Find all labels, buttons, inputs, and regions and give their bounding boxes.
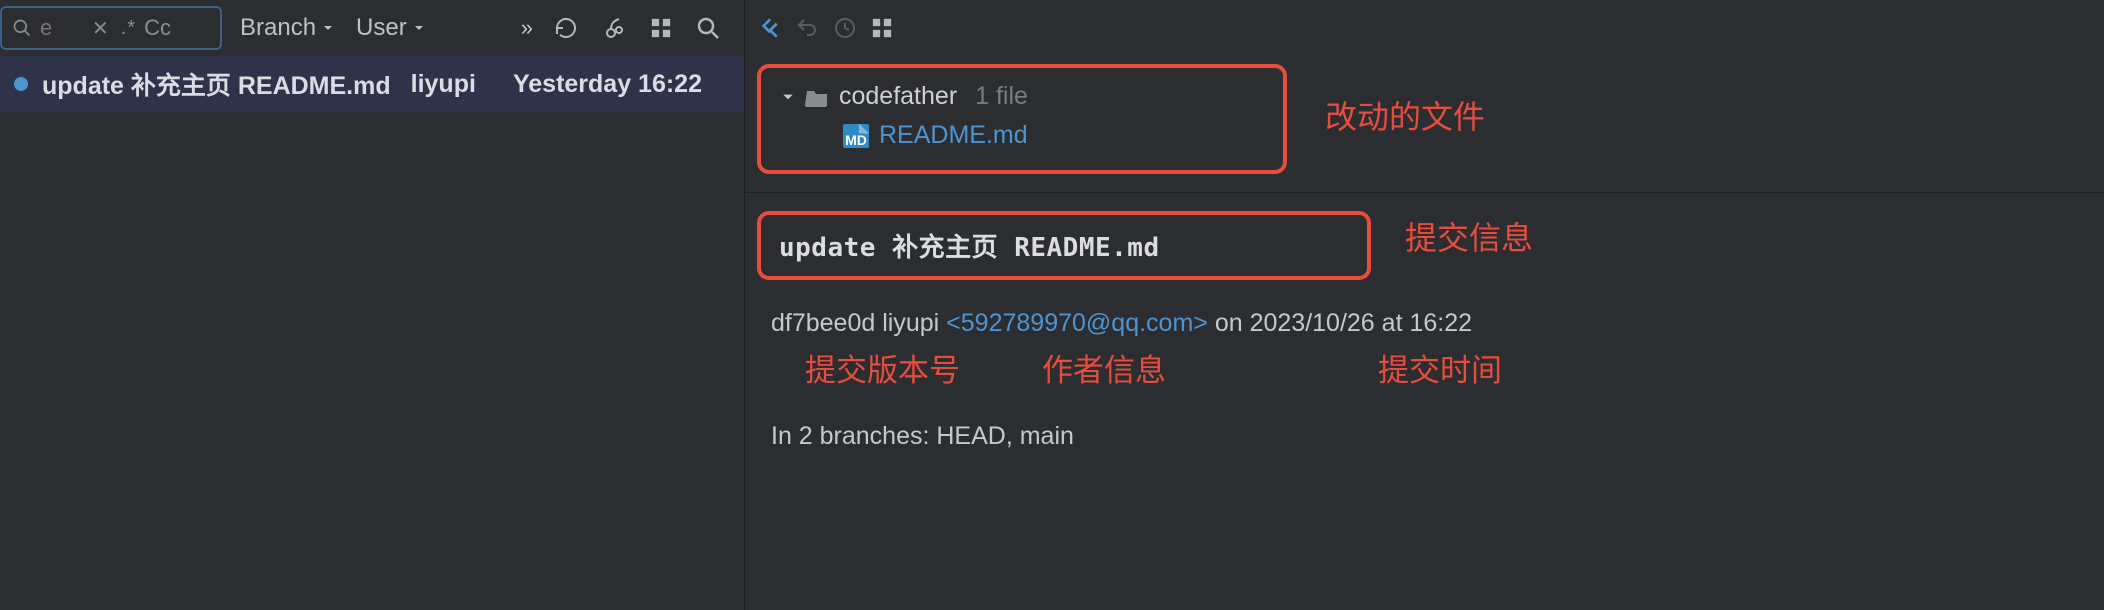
folder-row[interactable]: codefather 1 file [781,82,1263,111]
commit-on-label: on [1215,309,1243,337]
cherry-pick-icon[interactable] [602,16,626,40]
commit-metadata: df7bee0d liyupi <592789970@qq.com> on 20… [745,280,2104,458]
log-toolbar-actions: » [521,15,736,41]
close-icon[interactable]: ✕ [88,16,113,41]
commit-timestamp: 2023/10/26 at 16:22 [1250,309,1472,337]
commit-author: liyupi [411,70,476,99]
search-input[interactable] [40,15,80,41]
expand-icon[interactable]: » [521,15,530,41]
commit-detail-panel: codefather 1 file MD README.md 改动的文件 upd… [745,0,2104,610]
file-name: README.md [879,121,1028,150]
history-icon[interactable] [833,16,857,40]
annotation-author: 作者信息 [1042,345,1166,398]
log-search[interactable]: ✕ .* Cc [0,6,222,50]
user-filter[interactable]: User [352,8,429,48]
collapse-icon[interactable] [755,15,781,41]
changed-files-tree: codefather 1 file MD README.md [757,64,1287,174]
chevron-down-icon[interactable] [781,90,795,104]
refresh-icon[interactable] [554,16,578,40]
annotation-changed-files: 改动的文件 [1325,92,1485,138]
git-log-panel: ✕ .* Cc Branch User » [0,0,745,610]
commit-message: update 补充主页 README.md [42,66,391,102]
match-case-icon[interactable]: Cc [144,15,171,41]
detail-toolbar [745,0,2104,56]
commit-row[interactable]: update 补充主页 README.md liyupi Yesterday 1… [0,56,744,112]
regex-icon[interactable]: .* [121,17,136,40]
annotation-hash: 提交版本号 [805,345,960,398]
folder-name: codefather [839,82,957,111]
markdown-file-icon: MD [843,124,869,148]
commit-message-detail: update 补充主页 README.md [757,211,1371,280]
commit-graph-node [14,77,28,91]
file-count: 1 file [975,82,1028,111]
branch-filter-label: Branch [240,14,316,42]
commit-branches: In 2 branches: HEAD, main [771,415,2078,458]
user-filter-label: User [356,14,407,42]
commit-author-email[interactable]: <592789970@qq.com> [946,309,1208,337]
log-toolbar: ✕ .* Cc Branch User » [0,0,744,56]
chevron-down-icon [413,22,425,34]
commit-date: Yesterday 16:22 [513,70,702,99]
view-options-icon[interactable] [650,17,672,39]
file-row[interactable]: MD README.md [781,121,1263,150]
commit-author-name: liyupi [882,309,939,337]
annotation-commit-info: 提交信息 [1405,213,1533,259]
undo-icon[interactable] [795,16,819,40]
view-options-icon[interactable] [871,17,893,39]
chevron-down-icon [322,22,334,34]
branch-filter[interactable]: Branch [236,8,338,48]
folder-icon [805,87,829,107]
search-icon [12,18,32,38]
commit-hash: df7bee0d [771,309,875,337]
annotation-timestamp: 提交时间 [1378,345,1502,398]
search-icon[interactable] [696,16,720,40]
